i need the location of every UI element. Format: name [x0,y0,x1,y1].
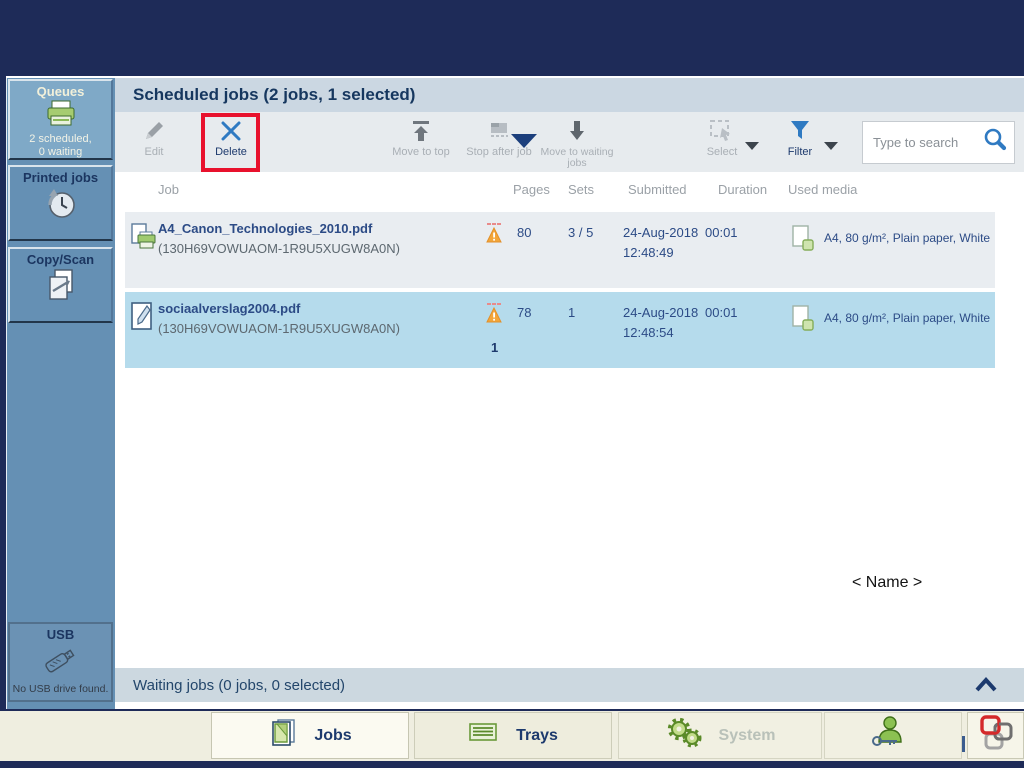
column-header-sets: Sets [568,182,595,197]
sidebar-item-queues[interactable]: Queues 2 scheduled, 0 waiting [8,79,113,160]
sidebar-item-copy-scan[interactable]: Copy/Scan [8,247,113,323]
waiting-jobs-title: Waiting jobs (0 jobs, 0 selected) [133,676,346,694]
search-input[interactable] [863,134,982,151]
delete-x-icon [219,116,243,146]
arrow-down-icon [567,116,587,146]
sidebar: Queues 2 scheduled, 0 waiting Printed jo… [6,78,115,711]
gears-icon [665,716,703,755]
scheduled-jobs-header: Scheduled jobs (2 jobs, 1 selected) [115,78,1024,112]
job-name: sociaalverslag2004.pdf [158,301,301,316]
waiting-jobs-bar: Waiting jobs (0 jobs, 0 selected) [115,668,1024,702]
media-icon [792,225,816,258]
printer-queue-icon [10,100,111,133]
table-row-selected[interactable]: sociaalverslag2004.pdf (130H69VOWUAOM-1R… [125,292,995,368]
job-duration: 00:01 [705,305,738,320]
collapse-chevron-icon[interactable] [974,677,998,698]
operator-key-icon [869,715,905,756]
media-icon [792,305,816,338]
column-header-used-media: Used media [788,182,858,197]
table-row[interactable]: A4_Canon_Technologies_2010.pdf (130H69VO… [125,212,995,288]
column-header-duration: Duration [718,182,768,197]
job-pages: 78 [517,305,532,320]
queues-status: 2 scheduled, 0 waiting [29,133,92,158]
copy-scan-label: Copy/Scan [26,252,95,267]
job-id: (130H69VOWUAOM-1R9U5XUGW8A0N) [158,241,401,256]
column-header-submitted: Submitted [628,182,687,197]
delete-button[interactable]: Delete [202,116,260,170]
job-sets: 1 [568,305,576,320]
name-placeholder-text: < Name > [852,574,923,591]
column-header-job: Job [158,182,179,197]
warning-icon [486,223,502,249]
filter-button[interactable]: Filter [775,116,825,170]
arrow-to-top-icon [411,116,431,146]
select-marquee-icon [708,116,736,146]
queues-label: Queues [36,84,85,99]
job-sets: 3 / 5 [568,225,594,240]
edit-button[interactable]: Edit [125,116,183,170]
copy-scan-icon [10,268,111,311]
usb-drive-icon [10,643,111,682]
printed-jobs-label: Printed jobs [22,170,99,185]
select-button[interactable]: Select [693,116,751,170]
sidebar-item-usb[interactable]: USB No USB drive found. [8,622,113,702]
trays-icon [468,720,500,751]
document-job-icon [130,301,156,338]
job-submitted-date: 24-Aug-2018 [623,225,699,240]
job-pages: 80 [517,225,532,240]
usb-status: No USB drive found. [12,683,109,695]
printing-job-icon [130,221,158,258]
select-dropdown-caret[interactable] [745,142,759,150]
stop-after-job-icon [486,116,512,146]
tab-trays[interactable]: Trays [414,712,612,759]
scheduled-jobs-title: Scheduled jobs (2 jobs, 1 selected) [133,85,416,104]
jobs-document-icon [268,717,298,754]
job-id: (130H69VOWUAOM-1R9U5XUGW8A0N) [158,321,401,336]
pencil-icon [142,116,166,146]
tab-operator-login[interactable] [824,712,962,759]
job-name: A4_Canon_Technologies_2010.pdf [158,221,373,236]
job-submitted-date: 24-Aug-2018 [623,305,699,320]
job-submitted-time: 12:48:49 [623,245,674,260]
filter-dropdown-caret[interactable] [824,142,838,150]
printed-sets-count: 1 [491,340,499,355]
sidebar-item-printed-jobs[interactable]: Printed jobs [8,165,113,241]
move-to-top-button[interactable]: Move to top [382,116,460,170]
move-to-waiting-jobs-button[interactable]: Move to waiting jobs [535,116,619,170]
printer-control-panel: Queues 2 scheduled, 0 waiting Printed jo… [0,0,1024,768]
tab-system[interactable]: System [618,712,822,759]
view-switcher-button[interactable] [967,712,1024,759]
warning-icon [486,303,502,329]
search-box [862,121,1015,164]
job-duration: 00:01 [705,225,738,240]
job-submitted-time: 12:48:54 [623,325,674,340]
history-clock-icon [10,186,111,229]
job-media: A4, 80 g/m², Plain paper, White [824,311,991,325]
top-status-bar [0,0,1024,76]
bottom-tab-bar: Jobs Trays System [0,709,1024,768]
toolbar-expand-caret[interactable] [511,134,537,148]
column-header-pages: Pages [513,182,550,197]
search-icon[interactable] [982,127,1008,158]
jobs-toolbar: Edit Delete Move to top Stop after job M… [115,112,1024,172]
job-media: A4, 80 g/m², Plain paper, White [824,231,991,245]
filter-funnel-icon [789,116,811,146]
usb-label: USB [46,627,75,642]
overlapping-squares-icon [976,713,1016,758]
tab-separator [962,736,965,752]
tab-jobs[interactable]: Jobs [211,712,409,759]
